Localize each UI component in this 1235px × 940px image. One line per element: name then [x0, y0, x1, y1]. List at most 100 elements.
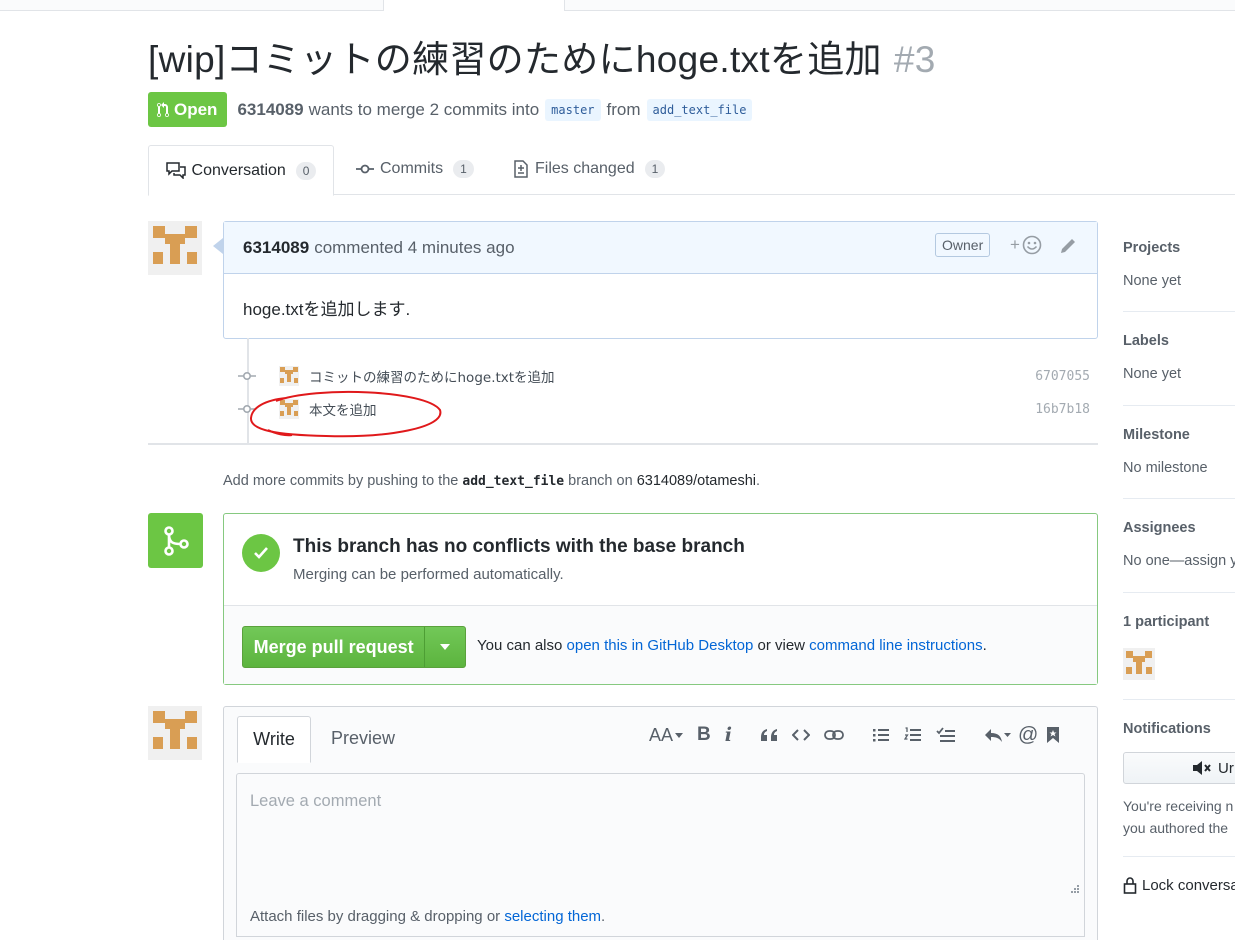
commit-sha[interactable]: 16b7b18 — [1035, 402, 1090, 417]
attach-suffix: . — [601, 908, 606, 925]
mention-button[interactable]: @ — [1018, 724, 1038, 747]
sidebar-labels[interactable]: Labels None yet — [1123, 333, 1235, 406]
merge-method-dropdown[interactable] — [425, 627, 465, 667]
file-attachment-area[interactable]: Attach files by dragging & dropping or s… — [236, 896, 1085, 937]
command-line-instructions-link[interactable]: command line instructions — [809, 637, 982, 654]
comment-textarea[interactable]: Leave a comment — [236, 773, 1085, 897]
code-icon — [791, 729, 810, 741]
commit-row: コミットの練習のためにhoge.txtを追加 6707055 — [237, 365, 1090, 387]
open-github-desktop-link[interactable]: open this in GitHub Desktop — [567, 637, 754, 654]
also-prefix: You can also — [477, 637, 563, 654]
sidebar-milestone[interactable]: Milestone No milestone — [1123, 427, 1235, 499]
pr-merge-text: wants to merge 2 commits into — [308, 99, 540, 119]
add-reaction-button[interactable]: + — [1010, 235, 1042, 255]
resize-handle-icon[interactable] — [1070, 884, 1080, 894]
avatar[interactable] — [148, 706, 202, 760]
pr-sidebar: Projects None yet Labels None yet Milest… — [1123, 221, 1235, 939]
select-files-link[interactable]: selecting them — [504, 908, 601, 925]
comment-placeholder: Leave a comment — [250, 792, 382, 810]
pencil-icon[interactable] — [1059, 237, 1077, 255]
commit-avatar[interactable] — [279, 399, 299, 419]
head-branch[interactable]: add_text_file — [646, 98, 753, 121]
comment-action[interactable]: commented 4 minutes ago — [314, 238, 514, 258]
saved-reply-button[interactable] — [1046, 726, 1060, 744]
comment-author[interactable]: 6314089 — [243, 238, 309, 258]
milestone-value: No milestone — [1123, 460, 1208, 476]
comment-body: hoge.txtを追加します. — [243, 300, 411, 319]
base-branch[interactable]: master — [545, 98, 601, 121]
avatar[interactable] — [148, 221, 202, 275]
lock-label: Lock conversa — [1142, 876, 1235, 894]
labels-heading: Labels — [1123, 333, 1169, 349]
repo-link[interactable]: 6314089/otameshi — [637, 473, 756, 489]
tab-conversation-label: Conversation — [191, 161, 286, 179]
new-comment-form: Write Preview AA B i @ Leave a comment A… — [223, 706, 1098, 940]
commit-message[interactable]: 本文を追加 — [309, 399, 377, 419]
notifications-heading: Notifications — [1123, 721, 1211, 737]
bold-button[interactable]: B — [697, 724, 711, 746]
code-button[interactable] — [791, 728, 810, 742]
commit-message[interactable]: コミットの練習のためにhoge.txtを追加 — [309, 366, 555, 386]
attach-prefix: Attach files by dragging & dropping or — [250, 908, 501, 925]
reaction-plus: + — [1010, 235, 1020, 254]
caret-down-icon — [440, 644, 451, 650]
sidebar-participants: 1 participant — [1123, 614, 1235, 700]
ordered-list-icon — [903, 727, 921, 741]
comment-arrow — [213, 238, 223, 254]
merge-icon — [148, 513, 203, 568]
mention-icon: @ — [1017, 723, 1039, 746]
sidebar-assignees[interactable]: Assignees No one—assign y — [1123, 520, 1235, 593]
pr-title-text: [wip]コミットの練習のためにhoge.txtを追加 — [148, 39, 882, 80]
tab-files-changed[interactable]: Files changed 1 — [513, 145, 666, 193]
merge-pull-request-button[interactable]: Merge pull request — [243, 627, 426, 667]
merge-subtitle: Merging can be performed automatically. — [293, 566, 564, 583]
quote-icon — [760, 729, 777, 741]
comment-header: 6314089 commented 4 minutes ago Owner + — [224, 222, 1097, 274]
commit-row: 本文を追加 16b7b18 — [237, 398, 1090, 420]
bullet-list-button[interactable] — [872, 727, 890, 743]
notification-note-line1: You're receiving n — [1123, 798, 1234, 814]
unsubscribe-button[interactable]: Ur — [1123, 752, 1235, 784]
commit-sha[interactable]: 6707055 — [1035, 369, 1090, 384]
caret-down-icon — [675, 732, 684, 738]
quote-button[interactable] — [760, 727, 778, 743]
top-nav-selected-tab[interactable] — [383, 0, 565, 11]
commit-dot-icon — [237, 404, 257, 414]
reply-button[interactable] — [984, 727, 1012, 743]
merge-status: This branch has no conflicts with the ba… — [224, 514, 1097, 606]
sidebar-projects[interactable]: Projects None yet — [1123, 240, 1235, 312]
also-period: . — [982, 637, 987, 654]
tab-files-label: Files changed — [535, 160, 635, 177]
tab-commits[interactable]: Commits 1 — [356, 145, 474, 193]
check-icon — [242, 534, 280, 572]
lock-conversation-link[interactable]: Lock conversa — [1123, 876, 1235, 894]
merge-box: This branch has no conflicts with the ba… — [223, 513, 1098, 685]
heading-button[interactable]: AA — [649, 725, 684, 746]
task-list-icon — [936, 727, 955, 742]
pr-author-link[interactable]: 6314089 — [237, 100, 303, 120]
owner-badge: Owner — [935, 233, 991, 257]
assignees-value[interactable]: No one—assign y — [1123, 553, 1235, 569]
italic-button[interactable]: i — [725, 724, 732, 746]
or-view-text: or view — [757, 637, 805, 654]
unsubscribe-label: Ur — [1218, 759, 1234, 777]
link-icon — [824, 730, 844, 740]
tab-commits-count: 1 — [453, 160, 474, 178]
pr-title: [wip]コミットの練習のためにhoge.txtを追加 #3 — [148, 38, 936, 82]
lock-icon — [1123, 877, 1137, 894]
add-more-prefix: Add more commits by pushing to the — [223, 473, 459, 489]
task-list-button[interactable] — [936, 727, 956, 743]
tab-preview[interactable]: Preview — [331, 716, 395, 760]
participant-avatar[interactable] — [1123, 648, 1155, 680]
commit-icon — [356, 164, 374, 174]
labels-value: None yet — [1123, 366, 1182, 382]
conversation-icon — [165, 162, 186, 179]
tab-write[interactable]: Write — [237, 716, 311, 763]
tab-commits-label: Commits — [380, 160, 444, 177]
top-nav-strip — [0, 0, 1235, 11]
numbered-list-button[interactable] — [903, 727, 922, 743]
tab-conversation[interactable]: Conversation 0 — [148, 145, 334, 196]
commit-avatar[interactable] — [279, 366, 299, 386]
link-button[interactable] — [824, 729, 844, 741]
projects-heading: Projects — [1123, 240, 1181, 256]
